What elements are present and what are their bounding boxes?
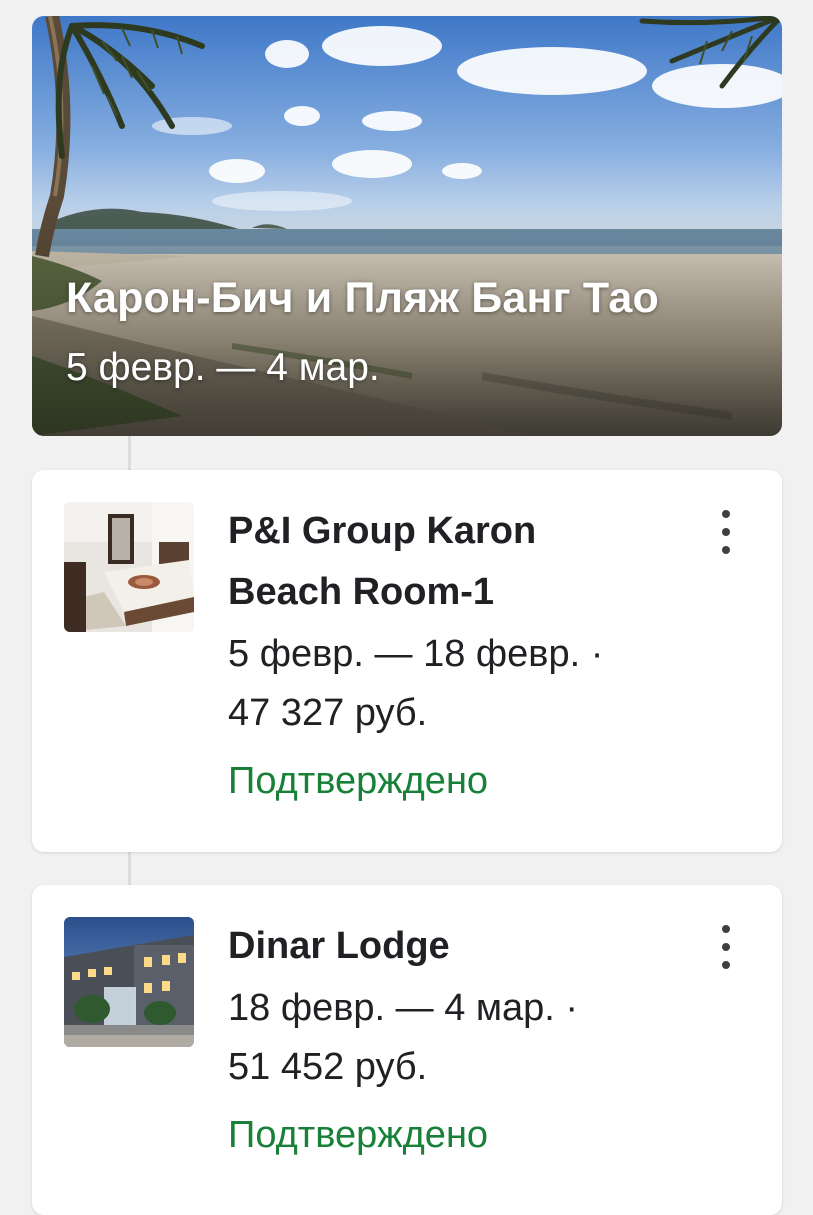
more-vert-icon[interactable] <box>714 510 738 554</box>
stay-details: 5 февр. — 18 февр. · 47 327 руб. <box>228 625 688 743</box>
destination-title: Карон-Бич и Пляж Банг Тао <box>66 274 659 322</box>
stay-price: 47 327 руб. <box>228 692 428 734</box>
stay-price: 51 452 руб. <box>228 1046 428 1088</box>
status-badge: Подтверждено <box>228 760 489 802</box>
menu-dot <box>722 943 730 951</box>
menu-dot <box>722 925 730 933</box>
hotel-name-line: Beach Room-1 <box>228 571 495 613</box>
more-vert-icon[interactable] <box>714 925 738 969</box>
stay-dates: 18 февр. — 4 мар. · <box>228 987 579 1029</box>
hotel-photo <box>64 917 194 1047</box>
hotel-name: Dinar Lodge <box>228 925 450 967</box>
destination-card[interactable]: Карон-Бич и Пляж Банг Тао 5 февр. — 4 ма… <box>32 16 782 436</box>
menu-dot <box>722 510 730 518</box>
stay-details: 18 февр. — 4 мар. · 51 452 руб. <box>228 979 688 1097</box>
timeline-connector <box>128 852 131 888</box>
hotel-name-line: P&I Group Karon <box>228 510 537 552</box>
stay-card[interactable]: P&I Group Karon Beach Room-1 5 февр. — 1… <box>32 470 782 852</box>
destination-dates: 5 февр. — 4 мар. <box>66 346 380 389</box>
menu-dot <box>722 546 730 554</box>
timeline-connector <box>128 436 131 472</box>
stay-card[interactable]: Dinar Lodge 18 февр. — 4 мар. · 51 452 р… <box>32 885 782 1215</box>
stay-dates: 5 февр. — 18 февр. · <box>228 633 604 675</box>
menu-dot <box>722 528 730 536</box>
menu-dot <box>722 961 730 969</box>
status-badge: Подтверждено <box>228 1114 489 1156</box>
hotel-name: P&I Group Karon Beach Room-1 <box>228 501 688 623</box>
hotel-photo <box>64 502 194 632</box>
